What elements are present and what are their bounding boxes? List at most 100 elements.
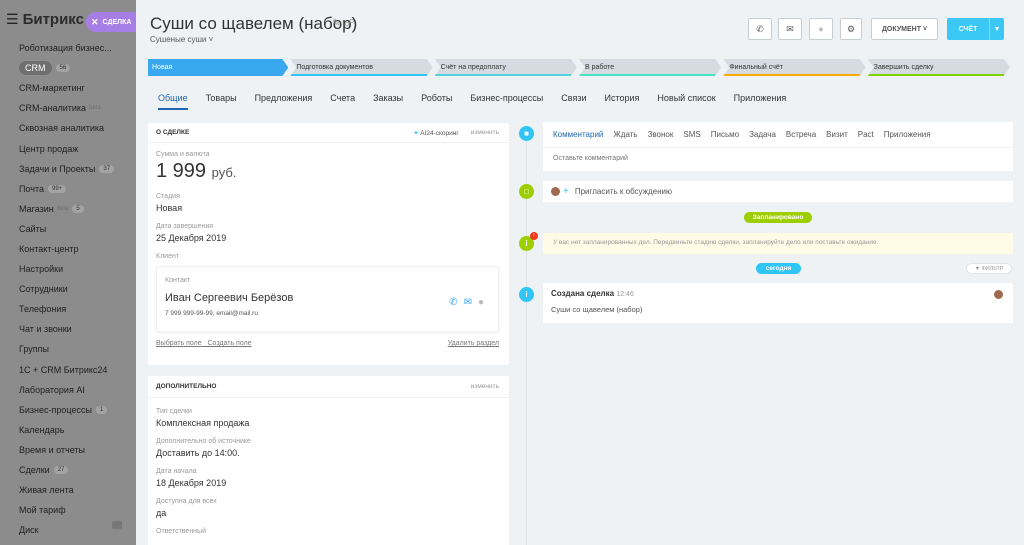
created-text[interactable]: Суши со щавелем (набор) bbox=[551, 305, 1005, 314]
tab[interactable]: Бизнес-процессы bbox=[470, 93, 543, 110]
chat-icon[interactable]: ● bbox=[478, 297, 490, 308]
field-value[interactable]: 18 Декабря 2019 bbox=[156, 478, 499, 488]
field-value[interactable]: Доставить до 14:00. bbox=[156, 448, 499, 458]
sidebar-item[interactable]: Сайты bbox=[0, 219, 136, 239]
category-selector[interactable]: Сушеные суши ˅ bbox=[150, 35, 213, 44]
sidebar-item[interactable]: CRM-маркетинг bbox=[0, 78, 136, 98]
document-button[interactable]: ДОКУМЕНТ ˅ bbox=[871, 18, 938, 40]
settings-button[interactable]: ⚙ bbox=[840, 18, 862, 40]
chevron-down-icon[interactable]: ▼ bbox=[990, 26, 1004, 33]
sidebar-item[interactable]: Живая лента bbox=[0, 480, 136, 500]
sidebar-item[interactable]: Телефония bbox=[0, 299, 136, 319]
tab[interactable]: Роботы bbox=[421, 93, 452, 110]
tab[interactable]: Приложения bbox=[734, 93, 787, 110]
timeline-tab[interactable]: Встреча bbox=[786, 130, 816, 139]
filter-button[interactable]: ▼ ФИЛЬТР bbox=[966, 263, 1012, 274]
logo: Битрикс bbox=[22, 10, 84, 28]
sidebar-item[interactable]: Календарь bbox=[0, 420, 136, 440]
field-value[interactable]: Комплексная продажа bbox=[156, 418, 499, 428]
timeline-tab[interactable]: Звонок bbox=[648, 130, 674, 139]
left-sidebar: ☰ Битрикс ✕ СДЕЛКА Роботизация бизнес...… bbox=[0, 0, 136, 545]
contact-label: Контакт bbox=[165, 277, 191, 284]
contact-name[interactable]: Иван Сергеевич Берёзов bbox=[165, 292, 490, 304]
count-badge: 1 bbox=[95, 405, 108, 414]
printer-icon[interactable] bbox=[112, 521, 122, 529]
tab[interactable]: Общие bbox=[158, 93, 188, 110]
account-button[interactable]: СЧЁТ ▼ bbox=[947, 18, 1004, 40]
link-icon[interactable]: ☍ bbox=[344, 18, 358, 29]
stage-value[interactable]: Новая bbox=[156, 203, 499, 213]
stage-item[interactable]: Подготовка документов bbox=[290, 59, 432, 76]
sidebar-item[interactable]: Контакт-центр bbox=[0, 239, 136, 259]
sidebar-item[interactable]: Бизнес-процессы 1 bbox=[0, 400, 136, 420]
timeline-tab[interactable]: Комментарий bbox=[553, 130, 603, 139]
close-date-value[interactable]: 25 Декабря 2019 bbox=[156, 233, 499, 243]
tab[interactable]: История bbox=[605, 93, 640, 110]
edit-link[interactable]: изменить bbox=[471, 383, 499, 390]
deal-slider-tab[interactable]: ✕ СДЕЛКА bbox=[86, 12, 136, 32]
call-button[interactable]: ✆ bbox=[748, 18, 772, 40]
sidebar-item[interactable]: Роботизация бизнес... bbox=[0, 38, 136, 58]
avatar[interactable] bbox=[994, 290, 1003, 299]
tab[interactable]: Предложения bbox=[255, 93, 313, 110]
sidebar-item[interactable]: Сделки 27 bbox=[0, 460, 136, 480]
sidebar-item[interactable]: Почта 99+ bbox=[0, 179, 136, 199]
edit-icon[interactable]: ✎ bbox=[332, 18, 344, 29]
timeline-tab[interactable]: Письмо bbox=[711, 130, 739, 139]
tab[interactable]: Заказы bbox=[373, 93, 403, 110]
sidebar-item[interactable]: CRM-аналитика beta bbox=[0, 98, 136, 118]
menu-icon[interactable]: ☰ bbox=[6, 11, 19, 28]
sidebar-item[interactable]: Центр продаж bbox=[0, 138, 136, 158]
comment-input[interactable]: Оставьте комментарий bbox=[543, 148, 1013, 169]
timeline-tab[interactable]: SMS bbox=[683, 130, 700, 139]
comment-icon: ■ bbox=[519, 126, 534, 141]
sidebar-item[interactable]: Сотрудники bbox=[0, 279, 136, 299]
timeline-tab[interactable]: Pact bbox=[858, 130, 874, 139]
sidebar-item[interactable]: Настройки bbox=[0, 259, 136, 279]
timeline-tab[interactable]: Приложения bbox=[884, 130, 931, 139]
chevron-down-icon: ˅ bbox=[208, 35, 214, 44]
stage-item[interactable]: Завершить сделку bbox=[868, 59, 1010, 76]
field-label: Доступна для всех bbox=[156, 498, 217, 505]
sidebar-item[interactable]: CRM 56 bbox=[0, 58, 136, 78]
planned-badge: Запланировано bbox=[744, 212, 812, 223]
sidebar-item[interactable]: Магазин beta 5 bbox=[0, 199, 136, 219]
mail-icon[interactable]: ✉ bbox=[464, 297, 478, 308]
phone-icon[interactable]: ✆ bbox=[449, 297, 463, 308]
sidebar-item[interactable]: Группы bbox=[0, 339, 136, 359]
tab[interactable]: Товары bbox=[206, 93, 237, 110]
timeline-tab[interactable]: Визит bbox=[826, 130, 848, 139]
sum-value[interactable]: 1 999 руб. bbox=[156, 160, 499, 183]
sidebar-item[interactable]: Задачи и Проекты 37 bbox=[0, 159, 136, 179]
timeline-tab[interactable]: Задача bbox=[749, 130, 776, 139]
created-time: 12:46 bbox=[616, 291, 634, 298]
close-date-label: Дата завершения bbox=[156, 223, 214, 230]
created-entry: Создана сделка 12:46 Суши со щавелем (на… bbox=[543, 283, 1013, 323]
chat-button[interactable]: ● bbox=[809, 18, 833, 40]
email-button[interactable]: ✉ bbox=[778, 18, 802, 40]
field-value[interactable]: да bbox=[156, 508, 499, 518]
tab[interactable]: Связи bbox=[561, 93, 586, 110]
sidebar-item[interactable]: Время и отчеты bbox=[0, 440, 136, 460]
mail-icon: ✉ bbox=[786, 23, 794, 34]
sidebar-item[interactable]: 1С + CRM Битрикс24 bbox=[0, 360, 136, 380]
edit-link[interactable]: изменить bbox=[471, 129, 499, 136]
sidebar-item[interactable]: Сквозная аналитика bbox=[0, 118, 136, 138]
timeline-tab[interactable]: Ждать bbox=[613, 130, 637, 139]
stage-item[interactable]: Финальный счёт bbox=[723, 59, 865, 76]
select-field-link[interactable]: Выбрать поле bbox=[156, 340, 202, 347]
tab[interactable]: Счета bbox=[330, 93, 355, 110]
ai-scoring-link[interactable]: ✦ AI24-скоринг bbox=[413, 129, 458, 137]
invite-row[interactable]: + Пригласить к обсуждению bbox=[543, 181, 1013, 202]
stage-item[interactable]: Новая bbox=[148, 59, 288, 76]
close-icon[interactable]: ✕ bbox=[91, 17, 99, 28]
delete-section-link[interactable]: Удалить раздел bbox=[448, 340, 499, 347]
sidebar-item[interactable]: Чат и звонки bbox=[0, 319, 136, 339]
stage-item[interactable]: В работе bbox=[579, 59, 721, 76]
sidebar-item[interactable]: Мой тариф bbox=[0, 500, 136, 520]
create-field-link[interactable]: Создать поле bbox=[208, 340, 252, 347]
tab[interactable]: Новый список bbox=[657, 93, 715, 110]
stage-item[interactable]: Счёт на предоплату bbox=[435, 59, 577, 76]
sidebar-item[interactable]: Лаборатория AI bbox=[0, 380, 136, 400]
sparkle-icon: ✦ bbox=[413, 129, 419, 137]
